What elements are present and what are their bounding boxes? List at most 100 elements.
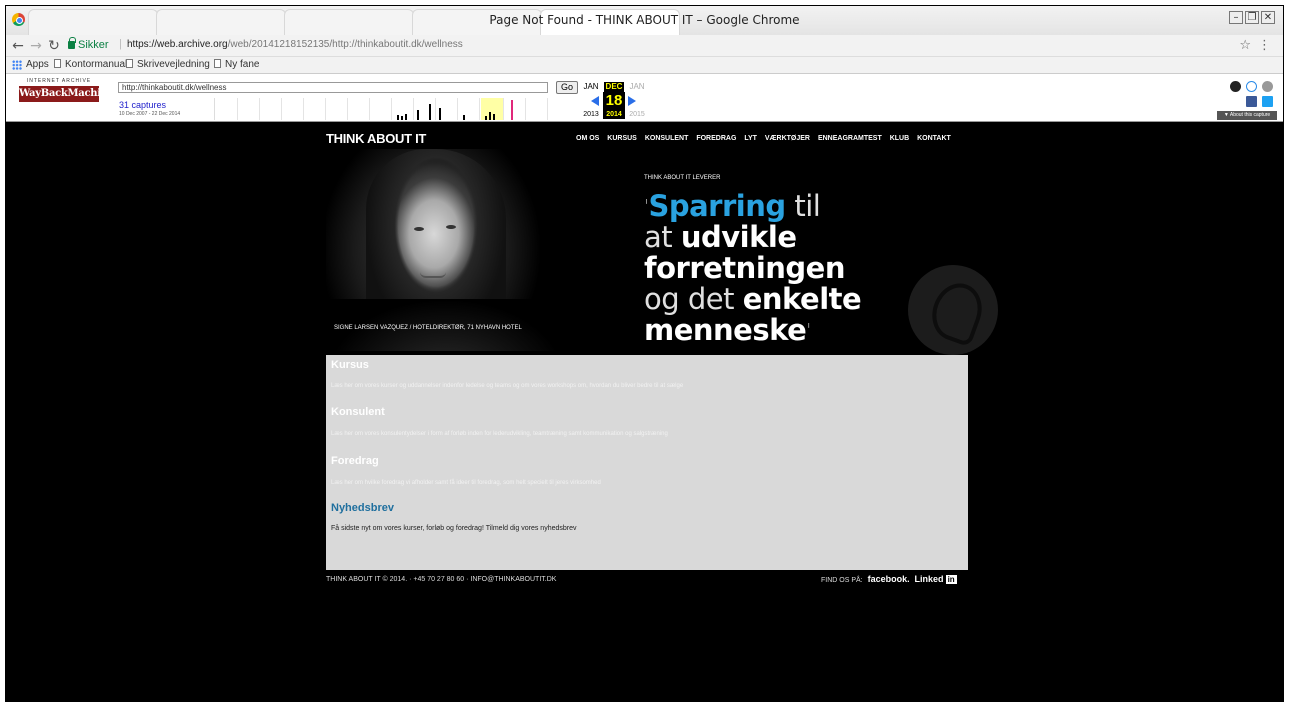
sparkline-gridline (503, 98, 504, 120)
forward-icon[interactable]: → (28, 38, 44, 54)
sparkline-gridline (347, 98, 348, 120)
headline-word: enkelte (742, 282, 862, 316)
nav-kontakt[interactable]: KONTAKT (917, 135, 951, 142)
sparkline-gridline (457, 98, 458, 120)
nav-kursus[interactable]: KURSUS (607, 135, 637, 142)
main-nav: OM OS KURSUS KONSULENT FOREDRAG LYT VÆRK… (576, 135, 957, 142)
find-us-label: FIND OS PÅ: (821, 577, 863, 584)
browser-window: Page Not Found - THINK ABOUT IT – Google… (5, 5, 1284, 702)
capture-sparkline[interactable] (214, 98, 576, 120)
bookmark-apps[interactable]: Apps (26, 59, 49, 70)
menu-icon[interactable]: ⋮ (1258, 38, 1271, 53)
apps-icon[interactable] (12, 60, 22, 70)
nav-lyt[interactable]: LYT (744, 135, 757, 142)
about-capture-button[interactable]: ▼ About this capture (1217, 111, 1277, 120)
bookmarks-bar: Apps Kontormanual Skrivevejledning Ny fa… (6, 57, 1283, 74)
section-title-konsulent[interactable]: Konsulent (331, 406, 385, 418)
sparkline-bar (463, 115, 465, 120)
linkedin-link[interactable]: Linked (915, 574, 944, 584)
year-next[interactable]: 2015 (626, 111, 648, 118)
sparkline-gridline (525, 98, 526, 120)
account-icon[interactable] (1230, 81, 1241, 92)
sparkline-gridline (369, 98, 370, 120)
portrait-mouth (420, 272, 446, 278)
content-panel: Kursus Læs her om vores kurser og uddann… (326, 355, 968, 570)
url-host: https://web.archive.org (127, 39, 228, 50)
footer-contact: THINK ABOUT IT © 2014. · +45 70 27 80 60… (326, 576, 557, 583)
url-path: /web/20141218152135/http://thinkaboutit.… (227, 39, 463, 50)
restore-icon[interactable]: ❐ (1245, 11, 1259, 24)
testimonial-caption: SIGNE LARSEN VAZQUEZ / HOTELDIREKTØR, 71… (334, 325, 522, 331)
next-capture-icon[interactable] (628, 96, 636, 106)
nav-foredrag[interactable]: FOREDRAG (696, 135, 736, 142)
nav-vaerktoejer[interactable]: VÆRKTØJER (765, 135, 810, 142)
year-prev[interactable]: 2013 (580, 111, 602, 118)
section-text-foredrag: Læs her om hvilke foredrag vi afholder s… (331, 480, 601, 486)
hero-kicker: THINK ABOUT IT LEVERER (644, 175, 721, 181)
sparkline-bar (397, 115, 399, 120)
footer-social: FIND OS PÅ: facebook. Linked in (821, 574, 957, 584)
bookmark-label: Skrivevejledning (137, 59, 210, 70)
website-content: THINK ABOUT IT OM OS KURSUS KONSULENT FO… (6, 123, 1283, 702)
bookmark-ny-fane[interactable]: Ny fane (214, 59, 259, 70)
help-icon[interactable] (1246, 81, 1257, 92)
wayback-logo[interactable]: INTERNET ARCHIVE WayBackMachine (19, 78, 114, 108)
section-title-kursus[interactable]: Kursus (331, 359, 369, 371)
bookmark-kontormanual[interactable]: Kontormanual (54, 59, 127, 70)
month-prev[interactable]: JAN (580, 82, 602, 91)
wayback-toolbar: INTERNET ARCHIVE WayBackMachine http://t… (6, 74, 1283, 122)
quote-close: ' (806, 320, 811, 341)
nav-konsulent[interactable]: KONSULENT (645, 135, 689, 142)
year-current: 2014 (603, 110, 625, 119)
go-button[interactable]: Go (556, 81, 578, 94)
newsletter-title[interactable]: Nyhedsbrev (331, 502, 394, 514)
reload-icon[interactable]: ↻ (46, 38, 62, 54)
sparkline-gridline (325, 98, 326, 120)
headline-word: Sparring (648, 189, 786, 223)
linkedin-icon[interactable]: in (945, 575, 957, 584)
site-logo[interactable]: THINK ABOUT IT (326, 131, 426, 146)
portrait-eye (446, 225, 456, 229)
sparkline-bar (401, 116, 403, 120)
month-next[interactable]: JAN (626, 82, 648, 91)
headline-word: at (644, 220, 681, 254)
section-title-foredrag[interactable]: Foredrag (331, 455, 379, 467)
nav-klub[interactable]: KLUB (890, 135, 909, 142)
sparkline-bar (493, 114, 495, 120)
close-wayback-icon[interactable] (1262, 81, 1273, 92)
address-bar[interactable]: https://web.archive.org/web/201412181521… (127, 39, 463, 50)
back-icon[interactable]: ← (10, 38, 26, 54)
leaf-emblem-icon (908, 265, 998, 355)
bookmark-star-icon[interactable]: ☆ (1239, 38, 1251, 53)
sparkline-bar (489, 112, 491, 120)
url-separator: | (119, 38, 122, 50)
month-current: DEC (604, 82, 624, 92)
logo-top-text: INTERNET ARCHIVE (26, 78, 92, 84)
captures-link[interactable]: 31 captures (119, 100, 166, 110)
headline-word: menneske (644, 313, 807, 347)
close-icon[interactable]: ✕ (1261, 11, 1275, 24)
sparkline-gridline (547, 98, 548, 120)
bookmark-skrivevejledning[interactable]: Skrivevejledning (126, 59, 210, 70)
page-icon (54, 59, 61, 68)
sparkline-bar (439, 108, 441, 120)
nav-enneagramtest[interactable]: ENNEAGRAMTEST (818, 135, 882, 142)
headline-word: og det (644, 282, 743, 316)
page-icon (126, 59, 133, 68)
sparkline-gridline (479, 98, 480, 120)
wayback-url-input[interactable]: http://thinkaboutit.dk/wellness (118, 82, 548, 93)
sparkline-bar (429, 104, 431, 120)
sparkline-gridline (391, 98, 392, 120)
section-text-konsulent: Læs her om vores konsulentydelser i form… (331, 431, 668, 437)
title-bar: Page Not Found - THINK ABOUT IT – Google… (6, 6, 1283, 35)
nav-om-os[interactable]: OM OS (576, 135, 599, 142)
facebook-link[interactable]: facebook. (868, 574, 910, 584)
logo-main-text: WayBackMachine (19, 86, 114, 102)
page-icon (214, 59, 221, 68)
sparkline-gridline (435, 98, 436, 120)
prev-capture-icon[interactable] (591, 96, 599, 106)
facebook-share-icon[interactable] (1246, 96, 1257, 107)
portrait-eye (414, 227, 424, 231)
twitter-share-icon[interactable] (1262, 96, 1273, 107)
minimize-icon[interactable]: – (1229, 11, 1243, 24)
